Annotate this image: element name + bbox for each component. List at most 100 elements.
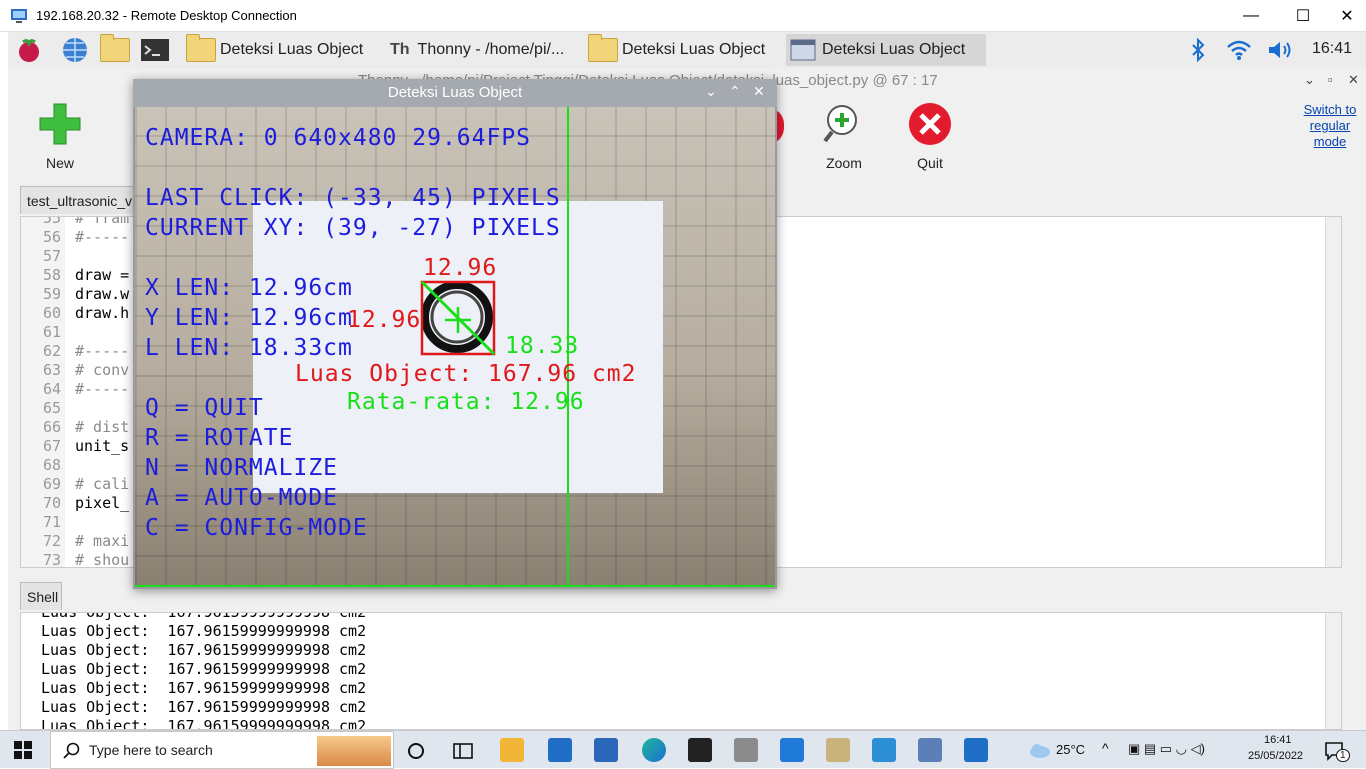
pi-task-label: Deteksi Luas Object [622,41,766,58]
overlay-last-click: LAST CLICK: (-33, 45) PIXELS [145,185,561,211]
line-number: 58 [42,266,61,284]
line-number: 70 [42,494,61,512]
switch-mode-line: Switch to [1303,102,1357,117]
windows-start-icon[interactable] [14,741,32,759]
maximize-icon[interactable]: ▫ [1328,72,1333,87]
quit-button[interactable]: Quit [900,102,960,171]
editor-scrollbar[interactable] [1325,217,1341,567]
wifi-icon[interactable] [1226,38,1252,62]
line-number: 56 [42,228,61,246]
code-line[interactable]: draw.h [75,304,129,322]
chevron-down-icon[interactable]: ⌄ [705,83,717,100]
chevron-down-icon[interactable]: ⌄ [1304,72,1315,88]
code-line[interactable]: #----- [75,380,129,398]
code-line[interactable]: # conv [75,361,129,379]
shell-scrollbar[interactable] [1325,613,1341,729]
new-button[interactable]: New [30,102,90,171]
mail-icon[interactable] [548,738,572,762]
vnc-icon[interactable] [872,738,896,762]
tab-shell[interactable]: Shell [20,582,62,610]
pi-task-label: Deteksi Luas Object [822,41,966,58]
rdp-title-text: 192.168.20.32 - Remote Desktop Connectio… [36,8,297,23]
cv-titlebar[interactable]: Deteksi Luas Object ⌄ ⌃ ✕ [133,79,777,107]
camera-feed[interactable]: CAMERA: 0 640x480 29.64FPS LAST CLICK: (… [135,107,775,587]
overlay-key-auto: A = AUTO-MODE [145,485,339,511]
chevron-up-icon[interactable]: ⌃ [729,83,741,100]
line-number: 67 [42,437,61,455]
switch-mode-line: regular [1309,118,1351,133]
overlay-key-rotate: R = ROTATE [145,425,294,451]
widgets-icon[interactable] [452,741,474,761]
box-left-label: 12.96 [347,307,422,333]
close-button[interactable]: ✕ [1324,0,1366,32]
task-view-icon[interactable] [406,741,426,761]
photos-icon[interactable] [964,738,988,762]
rata-label: Rata-rata: 12.96 [347,389,585,415]
store-icon[interactable] [594,738,618,762]
pi-clock: 16:41 [1312,40,1353,57]
overlay-key-quit: Q = QUIT [145,395,264,421]
taskbar-search-box[interactable]: Type here to search [50,731,394,769]
minimize-button[interactable]: — [1228,0,1274,32]
code-line[interactable]: # fram [75,217,129,227]
taskbar-date[interactable]: 25/05/2022 [1248,750,1303,762]
notification-count: 1 [1336,749,1350,762]
paint-icon[interactable] [826,738,850,762]
code-line[interactable]: unit_s [75,437,129,455]
code-line[interactable]: pixel_ [75,494,129,512]
weather-cloud-icon[interactable] [1028,740,1052,760]
terminal-icon[interactable] [140,36,170,64]
zoom-button[interactable]: Zoom [814,102,874,171]
taskbar-time[interactable]: 16:41 [1264,734,1292,746]
remote-desktop-app-icon[interactable] [918,738,942,762]
close-icon[interactable]: ✕ [753,83,765,100]
shell-output-line: Luas Object: 167.96159999999998 cm2 [41,679,367,697]
code-line[interactable]: draw = [75,266,129,284]
pi-task-deteksi-2[interactable]: Deteksi Luas Object [588,34,784,66]
weather-temp[interactable]: 25°C [1056,742,1085,757]
code-line[interactable]: # maxi [75,532,129,550]
line-number: 59 [42,285,61,303]
switch-mode-link[interactable]: Switch to regular mode [1300,102,1360,150]
terminal-app-icon[interactable] [688,738,712,762]
code-line[interactable]: # dist [75,418,129,436]
browser-globe-icon[interactable] [60,36,90,64]
maximize-button[interactable]: ☐ [1280,0,1326,32]
chevron-up-icon[interactable]: ^ [1102,740,1109,756]
code-line[interactable]: draw.w [75,285,129,303]
quit-icon [909,103,951,145]
volume-icon[interactable] [1266,38,1294,62]
line-number: 68 [42,456,61,474]
cv-title: Deteksi Luas Object [387,84,523,101]
edge-icon[interactable] [642,738,666,762]
shell-output-line: Luas Object: 167.96159999999998 cm2 [41,612,367,621]
line-number: 60 [42,304,61,322]
line-number: 72 [42,532,61,550]
search-icon [63,742,80,759]
file-explorer-icon[interactable] [500,738,524,762]
raspberry-menu-icon[interactable] [14,36,44,64]
overlay-current-xy: CURRENT XY: (39, -27) PIXELS [145,215,561,241]
code-line[interactable]: #----- [75,228,129,246]
overlay-x-len: X LEN: 12.96cm [145,275,353,301]
pi-task-deteksi-1[interactable]: Deteksi Luas Object [186,34,376,66]
shell-panel[interactable]: Luas Object: 167.96159999999998 cm2 Luas … [20,612,1342,730]
pi-task-deteksi-3[interactable]: Deteksi Luas Object [786,34,986,66]
file-manager-icon[interactable] [100,34,130,66]
line-number: 63 [42,361,61,379]
code-line[interactable]: # shou [75,551,129,567]
close-icon[interactable]: ✕ [1348,72,1359,88]
search-placeholder: Type here to search [89,742,213,758]
folder-icon [588,34,618,62]
vscode-icon[interactable] [780,738,804,762]
line-number: 65 [42,399,61,417]
app-icon[interactable] [734,738,758,762]
code-line[interactable]: #----- [75,342,129,360]
tray-icons[interactable]: ▣ ▤ ▭ ◡ ◁) [1128,741,1205,757]
line-number: 64 [42,380,61,398]
code-line[interactable]: # cali [75,475,129,493]
overlay-key-config: C = CONFIG-MODE [145,515,368,541]
tab-test-ultrasonic[interactable]: test_ultrasonic_v [20,186,140,214]
bluetooth-icon[interactable] [1188,38,1208,62]
pi-task-thonny[interactable]: Th Thonny - /home/pi/... [390,34,590,66]
